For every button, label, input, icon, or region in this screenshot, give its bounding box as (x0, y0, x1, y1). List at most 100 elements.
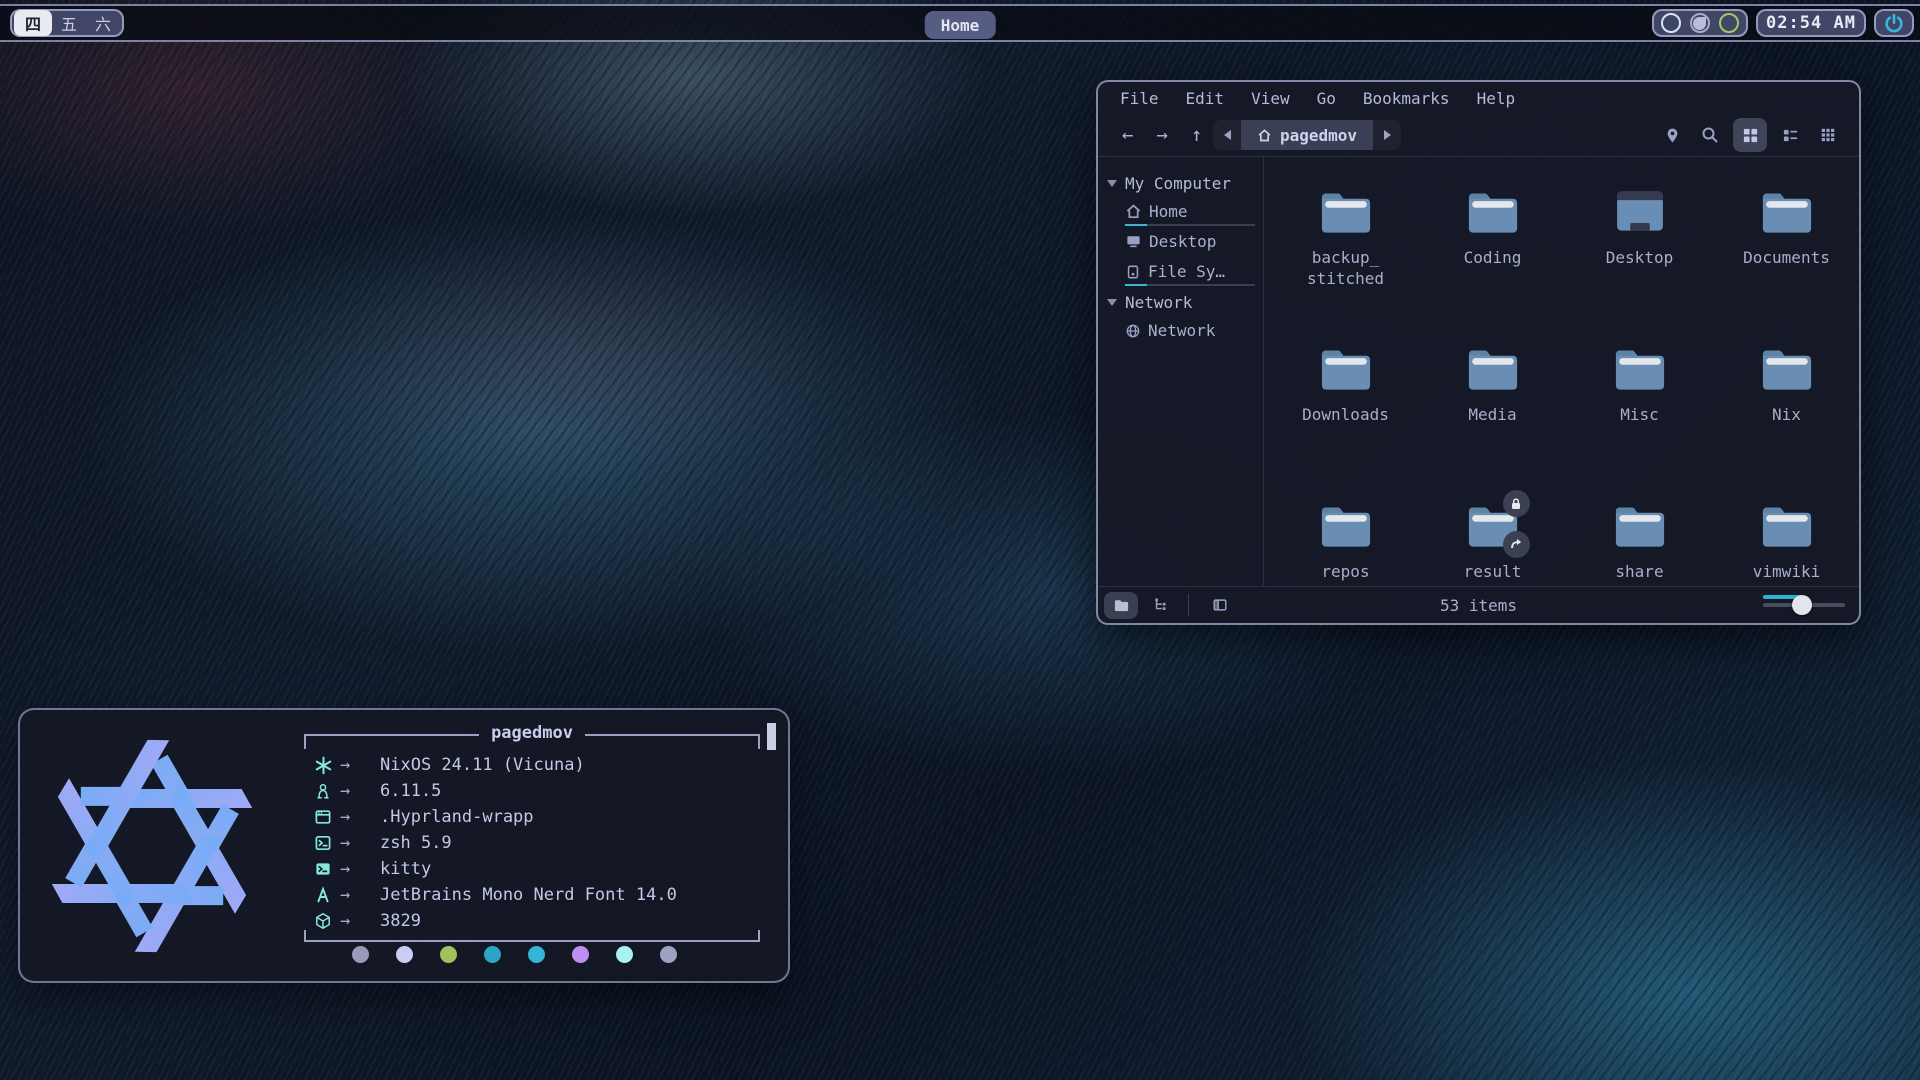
workspace-switcher: 四 五 六 (10, 9, 124, 37)
palette-dot (616, 946, 633, 963)
status-bar: 53 items (1098, 586, 1859, 623)
triangle-right-icon (1384, 130, 1391, 140)
fastfetch-row: → 6.11.5 (314, 778, 760, 804)
forward-button[interactable]: → (1156, 124, 1167, 146)
arrow-glyph: → (340, 885, 380, 905)
folder-item[interactable]: Downloads (1272, 327, 1419, 484)
folder-item[interactable]: Desktop (1566, 170, 1713, 327)
icon-view-button[interactable] (1733, 118, 1767, 152)
sidebar-section: My Computer Home Desktop File Sy… (1098, 169, 1263, 285)
sidebar-item-filesy[interactable]: File Sy… (1098, 258, 1263, 285)
location-pin-button[interactable] (1657, 120, 1687, 150)
arrow-glyph: → (340, 859, 380, 879)
clock: 02:54 AM (1756, 9, 1866, 37)
green-ring-icon[interactable] (1719, 13, 1739, 33)
drive-icon (1125, 264, 1141, 280)
folder-item[interactable]: backup_ stitched (1272, 170, 1419, 327)
menu-item[interactable]: Edit (1186, 89, 1225, 108)
workspace-button[interactable]: 四 (14, 10, 52, 36)
fastfetch-value: zsh 5.9 (380, 833, 452, 853)
chevron-down-icon (1107, 180, 1117, 187)
sidebar-item-network[interactable]: Network (1098, 317, 1263, 344)
home-icon (1257, 128, 1272, 143)
tree-view-button[interactable] (1144, 592, 1178, 619)
path-scroll-left-button[interactable] (1213, 120, 1241, 150)
symlink-emblem-icon (1503, 531, 1530, 558)
workspace-button[interactable]: 六 (86, 11, 120, 35)
lock-emblem-icon (1503, 490, 1530, 517)
folder-icon (1466, 345, 1520, 391)
half-moon-circle-icon[interactable] (1690, 13, 1710, 33)
search-button[interactable] (1695, 120, 1725, 150)
package-icon (314, 912, 340, 930)
fastfetch-value: kitty (380, 859, 431, 879)
folder-item[interactable]: Media (1419, 327, 1566, 484)
workspace-button[interactable]: 五 (52, 11, 86, 35)
folder-icon (1613, 345, 1667, 391)
fastfetch-value: 6.11.5 (380, 781, 441, 801)
menu-item[interactable]: Go (1317, 89, 1336, 108)
folder-icon (1319, 188, 1373, 234)
folder-label: vimwiki (1753, 561, 1820, 582)
compact-view-button[interactable] (1775, 120, 1805, 150)
folder-label: Nix (1772, 404, 1801, 425)
path-segment-current[interactable]: pagedmov (1241, 120, 1373, 150)
menu-bar: File Edit View Go Bookmarks Help (1098, 82, 1859, 114)
folder-item[interactable]: Misc (1566, 327, 1713, 484)
sidebar-section-header[interactable]: Network (1098, 288, 1263, 317)
ring-icon[interactable] (1661, 13, 1681, 33)
folder-label: share (1615, 561, 1663, 582)
menu-item[interactable]: View (1251, 89, 1290, 108)
box-corner (750, 734, 760, 749)
box-corner (304, 930, 314, 942)
thumbnail-view-icon (1820, 127, 1836, 143)
folder-icon (1613, 502, 1667, 548)
folder-icon (1760, 345, 1814, 391)
sidebar-item-home[interactable]: Home (1098, 198, 1263, 225)
arrow-glyph: → (340, 755, 380, 775)
folder-item[interactable]: Nix (1713, 327, 1860, 484)
home-icon (1125, 203, 1142, 220)
thumbnail-view-button[interactable] (1813, 120, 1843, 150)
folder-item[interactable]: Coding (1419, 170, 1566, 327)
folder-label: Downloads (1302, 404, 1389, 425)
fastfetch-value: .Hyprland-wrapp (380, 807, 534, 827)
path-scroll-right-button[interactable] (1373, 120, 1401, 150)
toggle-sidebar-button[interactable] (1203, 592, 1237, 619)
top-bar: 四 五 六 Home 02:54 AM (0, 4, 1920, 42)
nixos-logo (36, 730, 268, 962)
folder-item[interactable]: Documents (1713, 170, 1860, 327)
nix-icon (314, 756, 340, 775)
box-corner (304, 734, 314, 749)
fastfetch-output: pagedmov → NixOS 24.11 (Vicuna) → 6.11.5 (304, 726, 760, 964)
up-button[interactable]: ↑ (1191, 124, 1202, 146)
menu-item[interactable]: File (1120, 89, 1159, 108)
folder-icon (1760, 188, 1814, 234)
linux-icon (314, 782, 340, 800)
box-corner (750, 930, 760, 942)
folder-label: repos (1321, 561, 1369, 582)
window-manager-icon (314, 808, 340, 826)
folder-icon (1319, 502, 1373, 548)
active-window-title: Home (925, 11, 996, 39)
slider-handle[interactable] (1792, 595, 1812, 615)
power-button[interactable] (1874, 9, 1914, 37)
places-sidebar: My Computer HomeDesktopFile Sy… Network … (1098, 157, 1264, 586)
globe-icon (1125, 323, 1141, 339)
zoom-slider[interactable] (1763, 595, 1845, 615)
fastfetch-value: NixOS 24.11 (Vicuna) (380, 755, 585, 775)
fastfetch-box-top: pagedmov (304, 726, 760, 750)
fastfetch-value: 3829 (380, 911, 421, 931)
sidebar-section-header[interactable]: My Computer (1098, 169, 1263, 198)
menu-item[interactable]: Bookmarks (1363, 89, 1450, 108)
arrow-glyph: → (340, 833, 380, 853)
back-button[interactable]: ← (1122, 124, 1133, 146)
sidebar-item-desktop[interactable]: Desktop (1098, 228, 1263, 255)
terminal-cursor (767, 723, 776, 750)
folder-view-button[interactable] (1104, 592, 1138, 619)
fastfetch-row: → zsh 5.9 (314, 830, 760, 856)
folder-label: backup_ stitched (1307, 247, 1384, 289)
tree-view-icon (1153, 597, 1169, 613)
terminal-window[interactable]: pagedmov → NixOS 24.11 (Vicuna) → 6.11.5 (18, 708, 790, 983)
menu-item[interactable]: Help (1477, 89, 1516, 108)
